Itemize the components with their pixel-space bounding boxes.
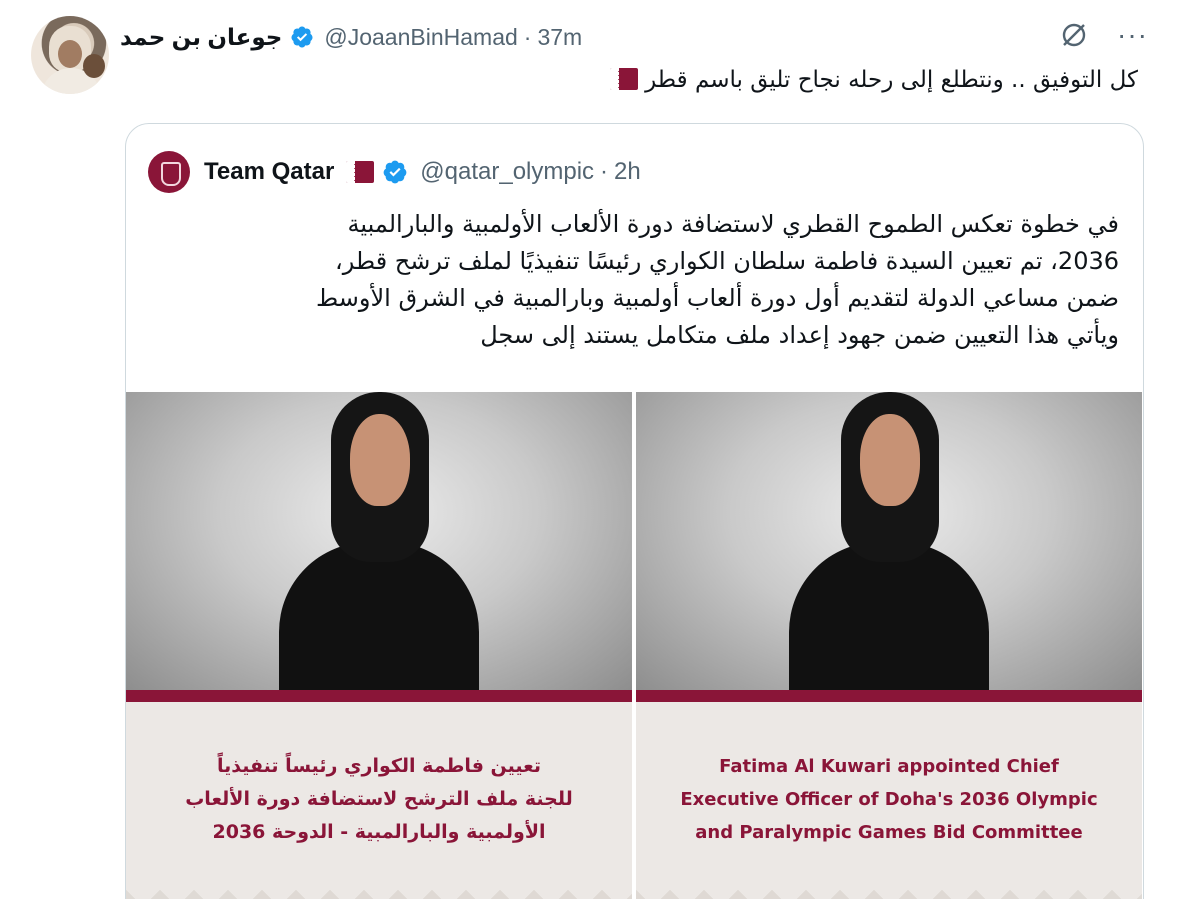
author-avatar[interactable]: [31, 16, 109, 94]
author-handle[interactable]: @JoaanBinHamad: [324, 24, 517, 51]
media-image-arabic[interactable]: تعيين فاطمة الكواري رئيساً تنفيذياً للجن…: [126, 392, 632, 899]
tweet-time[interactable]: 37m: [537, 24, 582, 51]
avatar-child: [83, 54, 105, 78]
quoted-text-line: ضمن مساعي الدولة لتقديم أول دورة ألعاب أ…: [316, 284, 1119, 312]
tweet-body: كل التوفيق .. ونتطلع إلى رحله نجاح تليق …: [645, 67, 1138, 93]
quoted-tweet[interactable]: Team Qatar @qatar_olympic · 2h في خطوة ت…: [125, 123, 1144, 899]
separator-dot: ·: [600, 158, 609, 185]
portrait-face: [860, 414, 920, 506]
image-caption-arabic: تعيين فاطمة الكواري رئيساً تنفيذياً للجن…: [156, 750, 602, 849]
caption-line: Fatima Al Kuwari appointed Chief: [719, 756, 1059, 777]
avatar-face: [58, 40, 82, 68]
caption-line: للجنة ملف الترشح لاستضافة دورة الألعاب: [185, 788, 573, 810]
caption-line: الأولمبية والبارالمبية - الدوحة 2036: [212, 821, 546, 843]
decorative-pattern: [126, 872, 632, 899]
quoted-text-line: في خطوة تعكس الطموح القطري لاستضافة دورة…: [347, 210, 1119, 238]
quoted-time[interactable]: 2h: [614, 158, 641, 186]
quoted-text: في خطوة تعكس الطموح القطري لاستضافة دورة…: [129, 206, 1119, 354]
tweet-header: جوعان بن حمد @JoaanBinHamad · 37m: [120, 18, 668, 56]
team-qatar-logo-icon[interactable]: [148, 151, 190, 193]
portrait-face: [350, 414, 410, 506]
quoted-text-line: 2036، تم تعيين السيدة فاطمة سلطان الكوار…: [335, 247, 1119, 275]
media-image-english[interactable]: Fatima Al Kuwari appointed Chief Executi…: [636, 392, 1142, 899]
author-name[interactable]: جوعان بن حمد: [120, 24, 282, 51]
caption-line: and Paralympic Games Bid Committee: [695, 822, 1083, 843]
quoted-handle[interactable]: @qatar_olympic: [420, 158, 594, 186]
image-caption-english: Fatima Al Kuwari appointed Chief Executi…: [656, 750, 1122, 849]
portrait-figure: [759, 392, 1019, 702]
caption-line: Executive Officer of Doha's 2036 Olympic: [680, 789, 1098, 810]
quoted-author-name[interactable]: Team Qatar: [204, 158, 334, 186]
verified-badge-icon: [383, 160, 407, 184]
portrait-robe: [789, 542, 989, 702]
quoted-header: Team Qatar @qatar_olympic · 2h: [148, 150, 641, 194]
qatar-flag-icon: [346, 161, 375, 183]
decorative-pattern: [636, 872, 1142, 899]
tweet-tools: ···: [1059, 20, 1148, 50]
quoted-text-line: ويأتي هذا التعيين ضمن جهود إعداد ملف متك…: [480, 321, 1119, 349]
separator-dot: ·: [523, 23, 532, 50]
more-options-icon[interactable]: ···: [1117, 21, 1148, 49]
maroon-band: [636, 690, 1142, 702]
verified-badge-icon: [291, 26, 313, 48]
qatar-flag-icon: [609, 68, 638, 90]
caption-line: تعيين فاطمة الكواري رئيساً تنفيذياً: [217, 755, 541, 777]
maroon-band: [126, 690, 632, 702]
tweet-text: كل التوفيق .. ونتطلع إلى رحله نجاح تليق …: [438, 62, 1138, 98]
portrait-figure: [249, 392, 509, 702]
portrait-robe: [279, 542, 479, 702]
grok-icon[interactable]: [1059, 20, 1089, 50]
